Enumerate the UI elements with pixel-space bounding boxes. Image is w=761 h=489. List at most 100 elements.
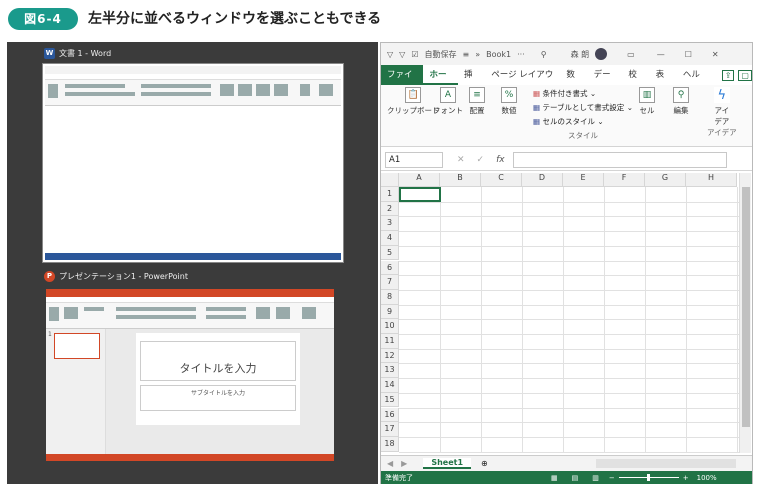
- search-icon[interactable]: ⚲: [541, 50, 547, 59]
- row-gridline: [399, 334, 739, 335]
- page-layout-icon[interactable]: ▤: [572, 474, 579, 482]
- sheet-tab[interactable]: Sheet1: [423, 458, 472, 469]
- select-all-corner[interactable]: [381, 173, 399, 187]
- enter-icon[interactable]: ✓: [477, 155, 485, 165]
- editing-group[interactable]: ⚲ 編集: [673, 87, 689, 116]
- table-format-button[interactable]: ▦ テーブルとして書式設定 ⌄: [533, 101, 633, 115]
- column-header[interactable]: D: [522, 173, 563, 187]
- function-icon[interactable]: fx: [496, 155, 505, 165]
- zoom-slider[interactable]: [618, 474, 679, 481]
- slide-thumbnail[interactable]: [54, 333, 100, 359]
- column-header[interactable]: C: [481, 173, 522, 187]
- cancel-icon[interactable]: ✕: [457, 155, 465, 165]
- excel-window: ▽ ▽ ☑ 自動保存 ≡ » Book1 ··· ⚲ 森 朗 ▭ — ☐ ✕ フ…: [380, 42, 753, 484]
- column-header[interactable]: E: [563, 173, 604, 187]
- clipboard-group[interactable]: 📋 クリップボード: [387, 87, 440, 116]
- conditional-format-label: 条件付き書式: [542, 89, 588, 98]
- word-window-thumbnail[interactable]: [43, 64, 343, 262]
- active-cell[interactable]: [399, 187, 441, 202]
- page-break-icon[interactable]: ▥: [592, 474, 599, 482]
- row-header[interactable]: 12: [381, 348, 399, 364]
- conditional-format-button[interactable]: ▦ 条件付き書式 ⌄: [533, 87, 633, 101]
- tab-home[interactable]: ホーム: [423, 65, 459, 100]
- close-icon[interactable]: ✕: [712, 50, 719, 59]
- row-header[interactable]: 11: [381, 334, 399, 349]
- share-icon[interactable]: ⇪: [721, 69, 735, 81]
- column-header[interactable]: F: [604, 173, 645, 187]
- row-header[interactable]: 4: [381, 231, 399, 246]
- tab-help[interactable]: ヘルプ: [677, 65, 712, 100]
- formula-input[interactable]: [512, 151, 727, 168]
- maximize-icon[interactable]: ☐: [685, 50, 692, 59]
- row-header[interactable]: 8: [381, 289, 399, 305]
- row-header[interactable]: 2: [381, 201, 399, 217]
- row-header[interactable]: 6: [381, 260, 399, 276]
- row-header[interactable]: 18: [381, 436, 399, 452]
- zoom-slider-thumb[interactable]: [646, 474, 650, 481]
- number-group[interactable]: % 数値: [501, 87, 517, 116]
- comments-icon[interactable]: ▢: [738, 69, 752, 81]
- tab-formulas[interactable]: 数式: [560, 65, 587, 100]
- row-header[interactable]: 14: [381, 378, 399, 393]
- row-header[interactable]: 1: [381, 187, 399, 202]
- worksheet-grid[interactable]: A B C D E F G H 1 2 3 4 5 6 7 8 9 10 11 12 13 14 15 16 1…: [381, 173, 752, 453]
- next-sheet-icon[interactable]: ▶: [401, 459, 407, 468]
- name-box[interactable]: A1: [385, 151, 443, 168]
- filter-icon[interactable]: ▽: [387, 50, 393, 59]
- row-header[interactable]: 15: [381, 392, 399, 408]
- cells-group[interactable]: ▥ セル: [639, 87, 655, 116]
- row-header[interactable]: 9: [381, 304, 399, 320]
- cell-style-label: セルのスタイル: [542, 117, 595, 126]
- row-header[interactable]: 5: [381, 245, 399, 261]
- tab-view[interactable]: 表示: [650, 65, 677, 100]
- row-header[interactable]: 17: [381, 422, 399, 437]
- dropdown-icon[interactable]: ···: [517, 50, 525, 59]
- add-sheet-icon[interactable]: ⊕: [481, 459, 488, 468]
- ppt-window-thumbnail[interactable]: 1 タイトルを入力 サブタイトルを入力: [46, 289, 334, 461]
- font-label: フォント: [433, 106, 463, 115]
- tab-file[interactable]: ファイル: [381, 65, 424, 100]
- tab-review[interactable]: 校閲: [622, 65, 649, 100]
- slide-subtitle-placeholder[interactable]: サブタイトルを入力: [140, 385, 296, 411]
- lightning-icon: ϟ: [713, 87, 730, 103]
- horizontal-scrollbar[interactable]: [595, 459, 736, 468]
- avatar[interactable]: [595, 48, 608, 60]
- excel-ribbon: 📋 クリップボード A フォント ≡ 配置 % 数値 ▦ 条件付き書式 ⌄ ▦ …: [381, 85, 752, 147]
- ribbon-display-icon[interactable]: ▭: [627, 50, 635, 59]
- cell-style-button[interactable]: ▦ セルのスタイル ⌄: [533, 115, 633, 129]
- font-group[interactable]: A フォント: [433, 87, 463, 116]
- filter-clear-icon[interactable]: ▽: [399, 50, 405, 59]
- list-icon[interactable]: ≡: [462, 50, 469, 59]
- prev-sheet-icon[interactable]: ◀: [387, 459, 393, 468]
- clipboard-icon: 📋: [405, 87, 422, 103]
- zoom-out-icon[interactable]: −: [609, 474, 615, 482]
- slide-title-placeholder[interactable]: タイトルを入力: [140, 341, 296, 381]
- column-header[interactable]: B: [440, 173, 481, 187]
- vertical-scrollbar[interactable]: [739, 173, 751, 453]
- more-icon[interactable]: »: [475, 50, 480, 59]
- autosave-checkbox[interactable]: ☑: [411, 50, 418, 59]
- row-gridline: [399, 392, 739, 394]
- alignment-group[interactable]: ≡ 配置: [469, 87, 485, 116]
- minimize-icon[interactable]: —: [657, 50, 665, 59]
- ideas-group[interactable]: ϟ アイ デア アイデア: [707, 87, 737, 138]
- row-header[interactable]: 7: [381, 275, 399, 290]
- scrollbar-thumb[interactable]: [742, 187, 750, 427]
- row-header[interactable]: 13: [381, 363, 399, 379]
- zoom-in-icon[interactable]: +: [683, 474, 689, 482]
- row-header[interactable]: 16: [381, 407, 399, 423]
- tab-insert[interactable]: 挿入: [458, 65, 485, 100]
- column-header[interactable]: G: [645, 173, 686, 187]
- row-header[interactable]: 10: [381, 319, 399, 334]
- column-header[interactable]: A: [399, 173, 440, 187]
- column-gridline: [737, 187, 738, 453]
- ideas-label: アイ デア: [714, 106, 730, 126]
- tab-data[interactable]: データ: [588, 65, 623, 100]
- tab-page-layout[interactable]: ページ レイアウト: [485, 65, 560, 100]
- column-gridline: [604, 187, 605, 453]
- ppt-slide[interactable]: タイトルを入力 サブタイトルを入力: [136, 333, 300, 425]
- row-gridline: [399, 260, 739, 262]
- normal-view-icon[interactable]: ▦: [551, 474, 558, 482]
- row-header[interactable]: 3: [381, 216, 399, 232]
- column-header[interactable]: H: [686, 173, 737, 187]
